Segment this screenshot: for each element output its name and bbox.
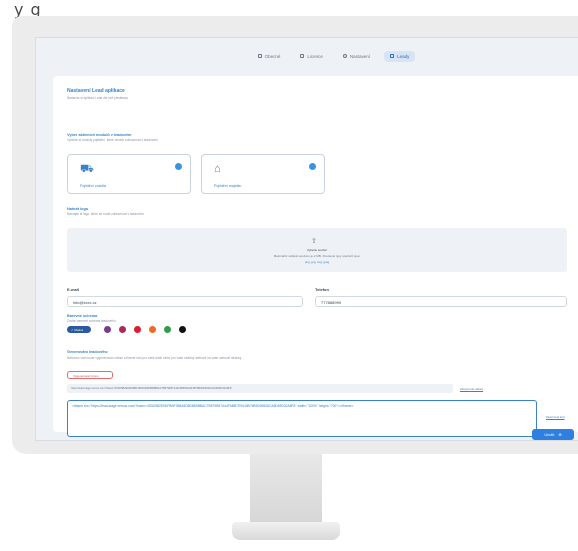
tab-obecne[interactable]: Obecné xyxy=(252,51,287,62)
house-icon: ⌂ xyxy=(214,163,221,175)
iframe-code-textarea[interactable]: <iframe src="https://lead.stage.versuz.c… xyxy=(67,400,537,437)
monitor-stand-neck xyxy=(250,454,322,526)
app-screen: Obecné Licence Nastavení Leady Nastavení… xyxy=(35,37,578,441)
tab-licence[interactable]: Licence xyxy=(294,51,329,62)
tab-label: Obecné xyxy=(264,53,281,59)
calendar-icon xyxy=(300,54,305,58)
tab-label: Licence xyxy=(307,53,323,59)
color-selected-label: Modrá xyxy=(74,328,83,332)
modules-title: Vyber aktivních modulů v leadovém xyxy=(67,133,132,137)
upload-icon: ⇧ xyxy=(311,238,317,245)
embed-subtitle: Nakonec vám bude vygenerován odkaz a ifr… xyxy=(67,356,242,360)
module-card-property[interactable]: ⌂ Pojištění majetku xyxy=(201,154,325,194)
module-label: Pojištění majetku xyxy=(214,184,242,188)
embed-url-field[interactable]: https://lead.stage.versuz.com/?token=453… xyxy=(67,384,453,393)
tab-label: Nastavení xyxy=(349,53,371,59)
color-swatch-black[interactable] xyxy=(179,326,186,333)
save-button[interactable]: Uložit ⊕ xyxy=(532,429,574,440)
color-swatch-green[interactable] xyxy=(164,326,171,333)
monitor-stand-base xyxy=(232,522,340,540)
upload-label: Vyberte soubor xyxy=(306,248,328,252)
logo-title: Nahrát logo xyxy=(67,207,89,211)
check-icon[interactable] xyxy=(175,163,182,170)
monitor-frame: Obecné Licence Nastavení Leady Nastavení… xyxy=(12,16,578,454)
upload-hint: Maximální velikost souboru je 2 MB. Povo… xyxy=(273,254,361,258)
color-swatch-magenta[interactable] xyxy=(119,326,126,333)
module-card-vehicle[interactable]: ⛟ Pojištění vozidla xyxy=(67,154,191,194)
logo-subtitle: Nahrajte si logo, které se bude zobrazov… xyxy=(67,212,144,216)
tab-leady[interactable]: Leady xyxy=(384,50,416,62)
modules-subtitle: Vyberte si moduly pojištění, které chcet… xyxy=(67,138,158,142)
car-icon: ⛟ xyxy=(80,163,94,175)
check-icon[interactable] xyxy=(309,163,316,170)
arrow-right-icon: ⊕ xyxy=(558,432,562,437)
colors-title: Barevné schéma xyxy=(67,314,98,318)
save-label: Uložit xyxy=(544,432,555,437)
color-swatch-orange[interactable] xyxy=(149,326,156,333)
email-field[interactable]: info@xxxx.cz xyxy=(67,296,303,307)
color-swatch-red[interactable] xyxy=(134,326,141,333)
module-label: Pojištění vozidla xyxy=(80,184,106,188)
copy-code-button[interactable]: Zkopírovat kód xyxy=(546,415,565,419)
copy-link-button[interactable]: Zkopírovat odkaz xyxy=(460,387,483,391)
upload-types: png, jpg, svg, jpeg xyxy=(304,260,330,264)
top-nav: Obecné Licence Nastavení Leady xyxy=(36,38,578,74)
color-selected-pill[interactable]: ✓ Modrá xyxy=(67,326,91,333)
tab-label: Leady xyxy=(397,53,410,59)
page-subtitle: Nastavte si aplikaci Lead dle své předst… xyxy=(67,96,128,100)
user-icon xyxy=(257,54,262,58)
embed-title: Generování leadového xyxy=(67,350,108,354)
regenerate-button[interactable]: Vygenerovat znovu xyxy=(67,371,113,379)
tab-nastaveni[interactable]: Nastavení xyxy=(337,51,376,62)
logo-upload-dropzone[interactable]: ⇧ Vyberte soubor Maximální velikost soub… xyxy=(67,228,567,272)
phone-label: Telefon xyxy=(315,287,329,292)
settings-card: Nastavení Lead aplikace Nastavte si apli… xyxy=(53,76,578,437)
page-title: Nastavení Lead aplikace xyxy=(67,88,125,94)
users-icon xyxy=(390,54,395,58)
email-label: E-mail xyxy=(67,287,80,292)
color-swatch-purple[interactable] xyxy=(104,326,111,333)
colors-subtitle: Zvolte barevné schéma leadového xyxy=(67,319,116,323)
phone-field[interactable]: 777888999 xyxy=(315,296,567,307)
gear-icon xyxy=(342,54,347,58)
